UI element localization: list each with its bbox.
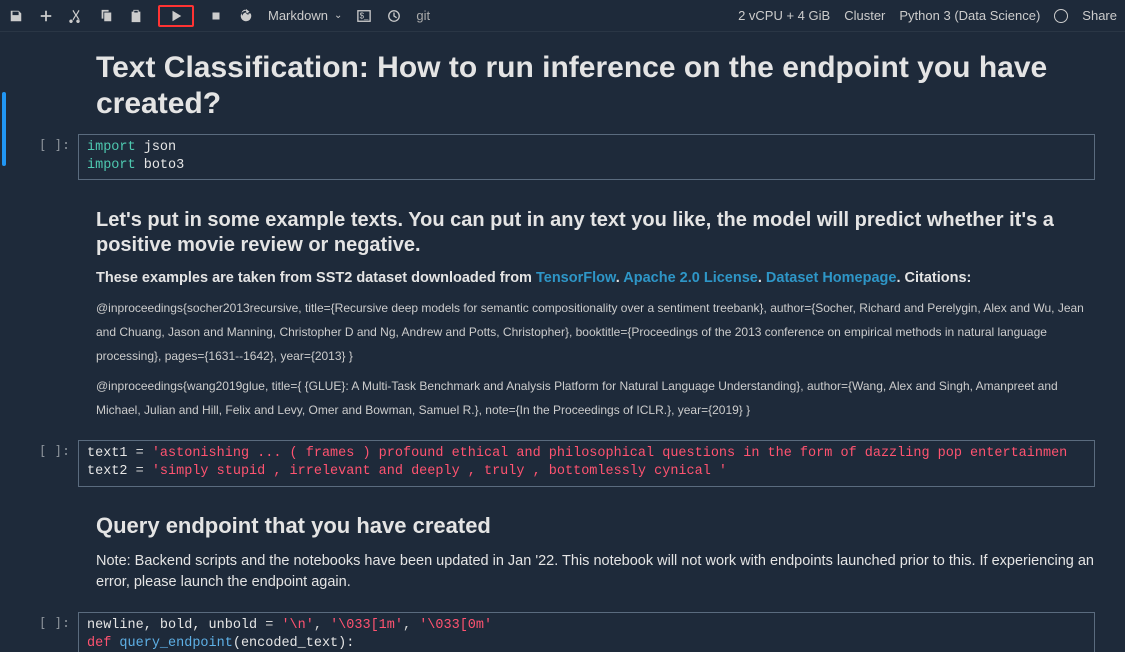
- apache-license-link[interactable]: Apache 2.0 License: [623, 270, 758, 286]
- code-editor[interactable]: newline, bold, unbold = '\n', '\033[1m',…: [78, 612, 1095, 652]
- stop-icon[interactable]: [208, 8, 224, 24]
- citation-1: @inproceedings{socher2013recursive, titl…: [96, 296, 1095, 368]
- cell-prompt: [ ]:: [22, 134, 78, 180]
- cell-type-dropdown[interactable]: Markdown ⌄: [268, 8, 342, 23]
- instance-label[interactable]: 2 vCPU + 4 GiB: [738, 8, 830, 23]
- run-button-highlighted[interactable]: [158, 5, 194, 27]
- markdown-cell-examples[interactable]: Let's put in some example texts. You can…: [22, 180, 1125, 440]
- cell-type-label: Markdown: [268, 8, 328, 23]
- run-icon: [168, 8, 184, 24]
- tensorflow-link[interactable]: TensorFlow: [536, 270, 616, 286]
- query-heading: Query endpoint that you have created: [96, 513, 1095, 539]
- page-title: Text Classification: How to run inferenc…: [96, 50, 1095, 122]
- git-label[interactable]: git: [416, 8, 430, 23]
- cluster-label[interactable]: Cluster: [844, 8, 885, 23]
- svg-text:$_: $_: [360, 11, 369, 20]
- cut-icon[interactable]: [68, 8, 84, 24]
- query-note: Note: Backend scripts and the notebooks …: [96, 551, 1095, 595]
- markdown-cell-query[interactable]: Query endpoint that you have created Not…: [22, 487, 1125, 613]
- code-editor[interactable]: text1 = 'astonishing ... ( frames ) prof…: [78, 440, 1095, 486]
- copy-icon[interactable]: [98, 8, 114, 24]
- dataset-homepage-link[interactable]: Dataset Homepage: [766, 270, 897, 286]
- notebook-main[interactable]: Text Classification: How to run inferenc…: [0, 32, 1125, 652]
- toolbar: Markdown ⌄ $_ git 2 vCPU + 4 GiB Cluster…: [0, 0, 1125, 32]
- share-button[interactable]: Share: [1082, 8, 1117, 23]
- code-cell-3[interactable]: [ ]: newline, bold, unbold = '\n', '\033…: [4, 612, 1125, 652]
- cell-prompt: [ ]:: [22, 612, 78, 652]
- examples-paragraph: These examples are taken from SST2 datas…: [96, 268, 1095, 290]
- kernel-label[interactable]: Python 3 (Data Science): [899, 8, 1040, 23]
- toolbar-right: 2 vCPU + 4 GiB Cluster Python 3 (Data Sc…: [738, 8, 1117, 23]
- restart-icon[interactable]: [238, 8, 254, 24]
- chevron-down-icon: ⌄: [334, 10, 342, 21]
- toolbar-left: Markdown ⌄ $_ git: [8, 5, 430, 27]
- examples-heading: Let's put in some example texts. You can…: [96, 208, 1095, 258]
- markdown-cell-title[interactable]: Text Classification: How to run inferenc…: [22, 32, 1125, 134]
- code-cell-2[interactable]: [ ]: text1 = 'astonishing ... ( frames )…: [4, 440, 1125, 486]
- cell-prompt: [ ]:: [22, 440, 78, 486]
- citation-2: @inproceedings{wang2019glue, title={ {GL…: [96, 374, 1095, 422]
- code-cell-1[interactable]: [ ]: import json import boto3: [4, 134, 1125, 180]
- add-icon[interactable]: [38, 8, 54, 24]
- kernel-status-icon[interactable]: [1054, 9, 1068, 23]
- paste-icon[interactable]: [128, 8, 144, 24]
- code-editor[interactable]: import json import boto3: [78, 134, 1095, 180]
- terminal-icon[interactable]: $_: [356, 8, 372, 24]
- clock-icon[interactable]: [386, 8, 402, 24]
- save-icon[interactable]: [8, 8, 24, 24]
- active-cell-marker: [2, 92, 6, 166]
